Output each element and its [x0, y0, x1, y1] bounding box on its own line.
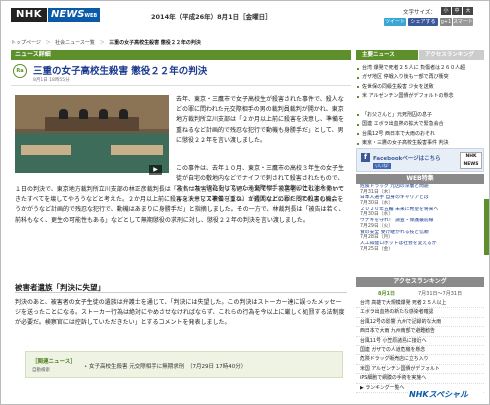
ranking-item[interactable]: 危険ドラッグ販売店に立ち入り [356, 355, 484, 365]
sidebar-tabs: 主要ニュース アクセスランキング [356, 50, 484, 60]
subheading-divider [15, 292, 347, 293]
site-header: NHK NEWSWEB 2014年（平成26年）8月1日［金曜日］ 文字サイズ：… [1, 1, 489, 34]
video-judges-bench [45, 117, 139, 131]
tab-access-ranking[interactable]: アクセスランキング [419, 50, 484, 60]
article-paragraph: １日の判決で、東京地方裁判所立川支部の林正彦裁判長は「被告は被害者に対する思いを… [15, 186, 345, 224]
facebook-share-button[interactable]: シェアする [408, 18, 438, 26]
breadcrumb-separator: ＞ [99, 40, 105, 46]
ranking-item[interactable]: 米国 アルゼンチン国債がデフォルト [356, 365, 484, 375]
ranking-item[interactable]: 台風12号の影響 九州で記録的な大雨 [356, 318, 484, 328]
textsize-large-button[interactable]: 大 [463, 7, 473, 15]
web-feature-section: WEB特集 危険ドラッグ 元凶の深層と問題 7月31日（木） 日本人選手 自身のキャ… [356, 174, 489, 255]
facebook-banner[interactable]: f Facebookページはこちら いいね! NHK NEWS [356, 148, 484, 172]
video-judge-figure [99, 109, 108, 119]
main-news-item[interactable]: 佐世保の同級生殺害 少女を送致 [356, 83, 484, 92]
web-feature-date: 7月25日（金） [360, 246, 394, 252]
ranking-item[interactable]: 台湾 高雄で大規模爆発 死者２５人以上 [356, 299, 484, 309]
textsize-medium-button[interactable]: 中 [452, 7, 462, 15]
news-web-logo[interactable]: NEWSWEB [48, 8, 101, 22]
nhk-special-logo: NHKスペシャル [409, 390, 469, 399]
web-feature-heading: WEB特集 [356, 174, 484, 184]
article-title: 三重の女子高校生殺害 懲役２２年の判決 [33, 66, 208, 77]
ranking-item[interactable]: 西日本で大雨 九州南部で避難勧告 [356, 327, 484, 337]
video-play-icon[interactable]: ▶ [149, 165, 162, 175]
related-news-box: ［関連ニュース］ 自動検索 • 女子高校生殺害 元交際相手に無期求刑 （7月29… [25, 351, 343, 378]
article-paragraph: 判決のあと、被害者の女子生徒の遺族は弁護士を通じて、「判決には失望した。この判決… [15, 299, 345, 327]
breadcrumb-current: 三重の女子高校生殺害 懲役２２年の判決 [109, 40, 201, 46]
web-feature-item[interactable]: 危険ドラッグ 元凶の深層と問題 7月31日（木） [356, 184, 484, 195]
main-news-item[interactable]: 台風12号 西日本で大雨のおそれ [356, 130, 484, 139]
main-news-item[interactable]: 「お父さんと」元死刑囚の息子 [356, 111, 484, 120]
radio-icon[interactable]: Ra [13, 64, 27, 78]
nhk-news-web-badge: NHK NEWS [460, 152, 482, 169]
page-frame: NHK NEWSWEB 2014年（平成26年）8月1日［金曜日］ 文字サイズ：… [0, 0, 490, 405]
access-ranking-section: アクセスランキング 8月1日 7月31日～7月31日 台湾 高雄で大規模爆発 死… [356, 277, 484, 393]
facebook-icon: f [361, 153, 370, 162]
related-news-link[interactable]: • 女子高校生殺害 元交際相手に無期求刑 （7月29日 17時40分） [84, 362, 246, 370]
main-news-item[interactable]: 国連 エボラ出血熱の拡大で緊急会合 [356, 120, 484, 129]
ranking-tab-day[interactable]: 8月1日 [374, 289, 399, 299]
nhk-logo[interactable]: NHK [11, 8, 47, 22]
web-feature-list: 危険ドラッグ 元凶の深層と問題 7月31日（木） 日本人選手 自身のキャリアとは 7月… [356, 184, 484, 252]
video-judge-figure [79, 109, 88, 119]
ranking-heading: アクセスランキング [356, 277, 484, 287]
news-video[interactable] [15, 95, 169, 173]
smart-share-button[interactable]: スマート [453, 18, 473, 26]
page-date: 2014年（平成26年）8月1日［金曜日］ [151, 13, 272, 21]
facebook-like-button[interactable]: いいね! [373, 163, 391, 169]
gplus-button[interactable]: g+1 [440, 18, 452, 26]
category-side-tab[interactable] [484, 199, 489, 255]
video-judge-figure [119, 109, 128, 119]
logo-news-text: NEWS [51, 9, 85, 20]
ranking-item[interactable]: 台風11号 小笠原諸島に接近へ [356, 337, 484, 346]
ranking-list: 台湾 高雄で大規模爆発 死者２５人以上 エボラ出血熱の新たな感染者確認 台風12号の… [356, 299, 484, 393]
facebook-banner-text: Facebookページはこちら [373, 156, 441, 162]
logo-web-text: WEB [84, 13, 98, 19]
article-paragraph: 去年、東京・三鷹市で女子高校生が殺害された事件で、殺人などの罪に問われた元交際相… [176, 96, 345, 144]
breadcrumb: トップページ ＞ 社会ニュース一覧 ＞ 三重の女子高校生殺害 懲役２２年の判決 [11, 39, 204, 46]
main-news-item[interactable]: ガザ地区 停戦入り後も一部で再び衝突 [356, 73, 484, 82]
article-header: Ra 三重の女子高校生殺害 懲役２２年の判決 8月1日 18時55分 [11, 60, 351, 86]
section-label: ニュース詳細 [11, 50, 351, 60]
ranking-tab-week[interactable]: 7月31日～7月31日 [414, 289, 466, 299]
breadcrumb-category[interactable]: 社会ニュース一覧 [55, 40, 95, 46]
related-news-label: ［関連ニュース］ [32, 359, 76, 365]
main-news-item[interactable]: 台湾 爆発で死者２５人に 負傷者は２６０人超 [356, 64, 484, 73]
ranking-item[interactable]: エボラ出血熱の新たな感染者確認 [356, 308, 484, 318]
article-pubdate: 8月1日 18時55分 [33, 78, 70, 83]
web-feature-item[interactable]: 日本人選手 自身のキャリアとは 7月30日（水） [356, 195, 484, 206]
ranking-item[interactable]: 国連 ガザでの人道危機を懸念 [356, 346, 484, 356]
badge-line: NEWS [463, 161, 479, 167]
main-news-item[interactable]: 米 アルゼンチン国債がデフォルトの懸念 [356, 92, 484, 101]
web-feature-item[interactable]: ウナギを守れ！ 調査・保護最前線 7月29日（火） [356, 218, 484, 229]
related-news-sublabel: 自動検索 [32, 368, 50, 373]
video-judge-figure [59, 109, 68, 119]
tab-main-news[interactable]: 主要ニュース [356, 50, 418, 60]
ranking-item[interactable]: iPS細胞で網膜の手術を実施へ [356, 374, 484, 384]
nhk-special-banner[interactable]: NHKスペシャル [409, 389, 483, 404]
textsize-small-button[interactable]: 小 [441, 7, 451, 15]
ranking-tabs: 8月1日 7月31日～7月31日 [356, 289, 484, 299]
video-desk [21, 145, 71, 155]
video-desk [111, 145, 163, 155]
textsize-label: 文字サイズ： [403, 10, 436, 16]
badge-line: NHK [465, 154, 477, 159]
related-news-link-text: 女子高校生殺害 元交際相手に無期求刑 （7月29日 17時40分） [89, 364, 247, 370]
breadcrumb-top[interactable]: トップページ [11, 40, 41, 46]
breadcrumb-separator: ＞ [45, 40, 51, 46]
web-feature-item[interactable]: 食の安全 受け継がれる技と信頼 7月28日（月） [356, 230, 484, 241]
web-feature-item[interactable]: ２０２０年五輪 未来に希望を将来へ 7月30日（水） [356, 207, 484, 218]
tweet-button[interactable]: ツイート [384, 18, 406, 26]
web-feature-item[interactable]: 人工知能ロボットは社会を変えるか 7月25日（金） [356, 241, 484, 252]
